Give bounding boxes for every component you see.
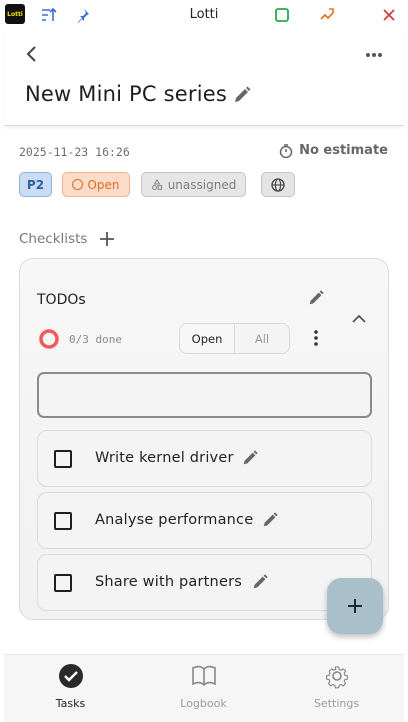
priority-label: P2 [26, 177, 45, 192]
filter-all-button[interactable]: All [235, 324, 289, 353]
checklist-card: TODOs 0/3 done Open All Write kernel dri… [19, 258, 389, 620]
item-label[interactable]: Write kernel driver [95, 450, 234, 466]
more-vertical-icon [314, 330, 318, 346]
category-label: unassigned [167, 177, 237, 192]
checklist-more-button[interactable] [306, 328, 326, 348]
checklist-item: Analyse performance [37, 492, 372, 549]
more-options-button[interactable] [362, 43, 386, 67]
chevron-left-icon [26, 46, 36, 62]
edit-item-button[interactable] [241, 449, 261, 469]
progress-text: 0/3 done [69, 333, 122, 346]
plus-icon [348, 599, 362, 613]
edit-checklist-button[interactable] [307, 289, 327, 309]
priority-chip[interactable]: P2 [19, 172, 52, 197]
item-checkbox[interactable] [54, 450, 72, 468]
nav-label: Tasks [55, 697, 86, 710]
back-button[interactable] [20, 42, 44, 66]
nav-label: Logbook [180, 697, 227, 710]
pencil-icon [309, 290, 324, 305]
checklist-item: Share with partners [37, 554, 372, 611]
edit-item-button[interactable] [261, 511, 281, 531]
window-titlebar: Lotti Lotti [0, 0, 408, 30]
globe-icon [271, 177, 285, 192]
task-date[interactable]: 2025-11-23 16:26 [19, 145, 130, 159]
filter-segmented-control: Open All [179, 323, 290, 354]
nav-logbook[interactable]: Logbook [137, 655, 270, 722]
checklist-item: Write kernel driver [37, 430, 372, 487]
maximize-icon[interactable] [273, 6, 291, 24]
check-circle-icon [58, 664, 83, 688]
item-label[interactable]: Share with partners [95, 574, 242, 590]
estimate-field[interactable]: No estimate [279, 143, 388, 158]
nav-settings[interactable]: Settings [270, 655, 403, 722]
chevron-up-icon [352, 314, 366, 323]
book-icon [191, 665, 216, 687]
language-chip[interactable] [261, 172, 295, 197]
checklist-title[interactable]: TODOs [37, 292, 86, 308]
pencil-icon [253, 574, 268, 589]
status-circle-icon [72, 179, 84, 190]
status-label: Open [87, 177, 120, 192]
checklists-label: Checklists [19, 231, 88, 247]
task-title[interactable]: New Mini PC series [25, 82, 227, 106]
plus-icon [100, 232, 115, 246]
item-label[interactable]: Analyse performance [95, 512, 253, 528]
category-chip[interactable]: unassigned [141, 172, 246, 197]
task-header: New Mini PC series [4, 30, 404, 126]
more-horizontal-icon [366, 53, 382, 57]
timer-icon [279, 143, 293, 158]
pencil-icon [263, 512, 278, 527]
add-checklist-button[interactable] [97, 229, 117, 249]
item-checkbox[interactable] [54, 574, 72, 592]
filter-open-button[interactable]: Open [180, 324, 235, 353]
edit-item-button[interactable] [251, 573, 271, 593]
close-window-icon[interactable] [380, 6, 398, 24]
edit-title-button[interactable] [232, 85, 254, 107]
nav-label: Settings [313, 697, 360, 710]
tile-icon[interactable] [318, 6, 336, 24]
nav-tasks[interactable]: Tasks [4, 655, 137, 722]
gear-icon [325, 666, 348, 689]
pencil-icon [243, 450, 258, 465]
bottom-navigation: Tasks Logbook Settings [4, 654, 404, 722]
collapse-checklist-button[interactable] [351, 309, 371, 329]
estimate-label: No estimate [299, 143, 388, 158]
add-fab-button[interactable] [327, 578, 383, 634]
status-chip[interactable]: Open [62, 172, 130, 197]
new-item-input[interactable] [37, 372, 372, 418]
checklists-header: Checklists [19, 229, 117, 249]
category-shapes-icon [151, 178, 162, 190]
window-title: Lotti [189, 7, 219, 22]
item-checkbox[interactable] [54, 512, 72, 530]
pencil-icon [235, 86, 251, 102]
progress-ring-icon [39, 329, 59, 349]
